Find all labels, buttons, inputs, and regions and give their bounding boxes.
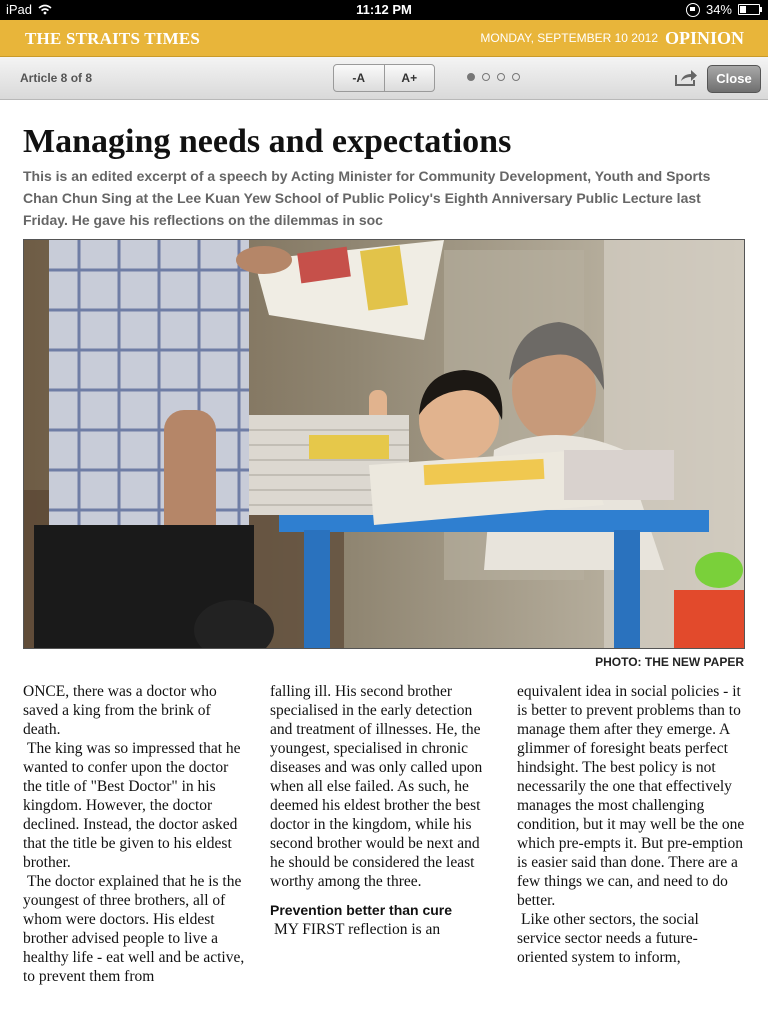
article-column-2: falling ill. His second brother speciali… [270,682,498,939]
page-dot[interactable] [482,73,490,81]
article-toolbar: Article 8 of 8 -A A+ Close [0,57,768,100]
rotation-lock-icon [685,2,700,17]
font-size-controls: -A A+ [333,64,435,92]
page-indicator[interactable] [467,73,520,81]
publication-logo: THE STRAITS TIMES [25,29,201,48]
paragraph: equivalent idea in social policies - it … [517,683,745,909]
battery-icon [738,4,762,15]
issue-date: MONDAY, SEPTEMBER 10 2012 [480,31,658,45]
paragraph: ONCE, there was a doctor who saved a kin… [23,683,217,738]
photo-credit: PHOTO: THE NEW PAPER [595,655,744,669]
article-column-1: ONCE, there was a doctor who saved a kin… [23,682,251,986]
article-headline: Managing needs and expectations [23,123,512,160]
article-subheading: Prevention better than cure [270,902,453,918]
paragraph: The doctor explained that he is the youn… [23,873,245,985]
close-button[interactable]: Close [707,65,761,93]
masthead: THE STRAITS TIMES MONDAY, SEPTEMBER 10 2… [0,20,768,57]
article-counter: Article 8 of 8 [20,71,93,85]
paragraph: The king was so impressed that he wanted… [23,740,241,871]
article-standfirst: This is an edited excerpt of a speech by… [23,168,711,228]
battery-level [740,6,746,13]
increase-font-button[interactable]: A+ [383,65,435,91]
page-dot[interactable] [497,73,505,81]
newspaper-stand-photo [24,240,744,648]
status-bar: iPad 11:12 PM 34% [0,0,768,20]
section-name: OPINION [664,28,744,48]
battery-percent: 34% [705,2,732,17]
paragraph: Like other sectors, the social service s… [517,911,699,966]
article-column-3: equivalent idea in social policies - it … [517,682,745,967]
page-dot[interactable] [467,73,475,81]
paragraph: MY FIRST reflection is an [274,921,441,938]
status-right: 34% [685,2,762,17]
page-dot[interactable] [512,73,520,81]
share-icon[interactable] [674,69,698,87]
article-photo [23,239,745,649]
paragraph: falling ill. His second brother speciali… [270,683,483,890]
decrease-font-button[interactable]: -A [334,65,384,91]
clock: 11:12 PM [356,2,412,17]
